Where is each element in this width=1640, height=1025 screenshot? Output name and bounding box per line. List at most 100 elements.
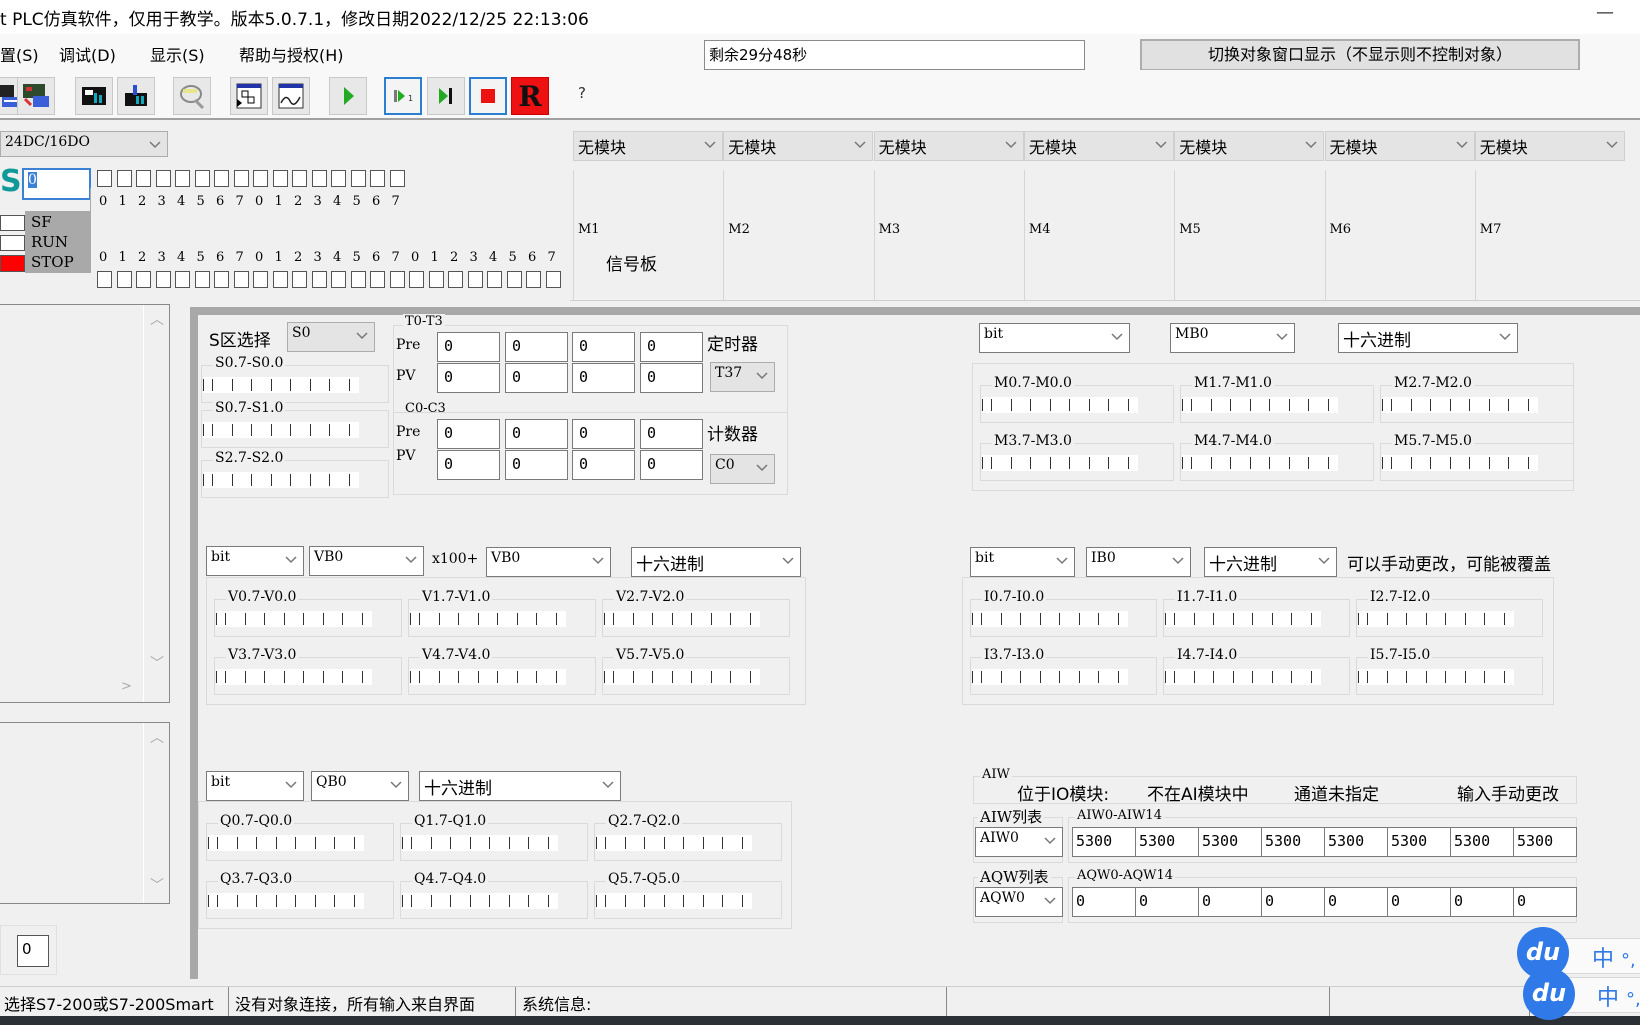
- bit-toggle[interactable]: [1479, 397, 1499, 413]
- bit-toggle[interactable]: [305, 835, 325, 851]
- minimize-button[interactable]: —: [1590, 2, 1620, 30]
- bit-toggle[interactable]: [654, 835, 674, 851]
- input-led[interactable]: [448, 271, 463, 288]
- cpu-address-input[interactable]: 0: [22, 168, 91, 200]
- bit-toggle[interactable]: [1475, 611, 1495, 627]
- bit-toggle[interactable]: [635, 893, 655, 909]
- bit-toggle[interactable]: [344, 893, 364, 909]
- bit-toggle[interactable]: [1279, 455, 1299, 471]
- bit-toggle[interactable]: [1060, 397, 1080, 413]
- bit-toggle[interactable]: [982, 397, 1002, 413]
- input-led[interactable]: [292, 271, 307, 288]
- bit-toggle[interactable]: [286, 835, 306, 851]
- counter-value-input[interactable]: 0: [572, 450, 635, 480]
- output-led[interactable]: [389, 170, 405, 187]
- scroll-down-icon[interactable]: ﹀: [150, 875, 164, 895]
- bit-toggle[interactable]: [1260, 455, 1280, 471]
- bit-toggle[interactable]: [235, 669, 255, 685]
- toolbar-btn-monitor[interactable]: [173, 77, 211, 115]
- bit-toggle[interactable]: [429, 669, 449, 685]
- bit-toggle[interactable]: [546, 611, 566, 627]
- bit-toggle[interactable]: [615, 835, 635, 851]
- bit-toggle[interactable]: [1479, 455, 1499, 471]
- aiw-select[interactable]: AIW0: [975, 827, 1063, 857]
- bit-toggle[interactable]: [242, 377, 262, 393]
- timer-preset-input[interactable]: 0: [437, 332, 500, 362]
- bit-toggle[interactable]: [740, 611, 760, 627]
- output-led[interactable]: [214, 170, 229, 187]
- input-led[interactable]: [350, 271, 366, 288]
- bit-toggle[interactable]: [208, 893, 228, 909]
- bit-toggle[interactable]: [480, 835, 500, 851]
- output-led[interactable]: [175, 170, 190, 187]
- bit-toggle[interactable]: [1240, 397, 1260, 413]
- bit-toggle[interactable]: [1050, 611, 1070, 627]
- module-select-7[interactable]: 无模块: [1474, 131, 1625, 161]
- bit-toggle[interactable]: [991, 611, 1011, 627]
- bit-toggle[interactable]: [713, 835, 733, 851]
- scroll-up-icon[interactable]: ︿: [150, 309, 164, 329]
- aiw-value-input[interactable]: 5300: [1324, 827, 1388, 857]
- bit-toggle[interactable]: [1089, 611, 1109, 627]
- output-led[interactable]: [350, 170, 366, 187]
- aqw-select[interactable]: AQW0: [975, 887, 1063, 917]
- module-select-3[interactable]: 无模块: [873, 131, 1024, 161]
- aiw-value-input[interactable]: 5300: [1198, 827, 1262, 857]
- bit-toggle[interactable]: [1382, 455, 1402, 471]
- toolbar-btn-download[interactable]: [117, 77, 155, 115]
- input-led[interactable]: [233, 271, 249, 288]
- bit-toggle[interactable]: [1397, 669, 1417, 685]
- output-led[interactable]: [370, 170, 385, 187]
- bit-toggle[interactable]: [643, 669, 663, 685]
- bit-toggle[interactable]: [1358, 611, 1378, 627]
- aqw-value-input[interactable]: 0: [1261, 887, 1325, 917]
- bit-toggle[interactable]: [216, 669, 236, 685]
- menu-display[interactable]: 显示(S): [150, 42, 205, 66]
- bit-toggle[interactable]: [1108, 669, 1128, 685]
- v-offset-select[interactable]: VB0: [486, 547, 611, 577]
- output-led[interactable]: [116, 170, 132, 187]
- bit-toggle[interactable]: [1243, 669, 1263, 685]
- bit-toggle[interactable]: [538, 893, 558, 909]
- bit-toggle[interactable]: [1436, 669, 1456, 685]
- bit-toggle[interactable]: [266, 893, 286, 909]
- timer-value-input[interactable]: 0: [437, 363, 500, 393]
- bit-toggle[interactable]: [1455, 611, 1475, 627]
- input-led[interactable]: [175, 271, 190, 288]
- bit-toggle[interactable]: [1050, 669, 1070, 685]
- bit-toggle[interactable]: [281, 422, 301, 438]
- bit-toggle[interactable]: [1416, 611, 1436, 627]
- bit-toggle[interactable]: [468, 669, 488, 685]
- input-led[interactable]: [487, 271, 502, 288]
- bit-toggle[interactable]: [468, 611, 488, 627]
- bit-toggle[interactable]: [1377, 669, 1397, 685]
- bit-toggle[interactable]: [674, 835, 694, 851]
- bit-toggle[interactable]: [1301, 611, 1321, 627]
- bit-toggle[interactable]: [1397, 611, 1417, 627]
- bit-toggle[interactable]: [1001, 397, 1021, 413]
- bit-toggle[interactable]: [1440, 397, 1460, 413]
- bit-toggle[interactable]: [313, 611, 333, 627]
- bit-toggle[interactable]: [222, 472, 242, 488]
- aiw-value-input[interactable]: 5300: [1513, 827, 1577, 857]
- bit-toggle[interactable]: [247, 835, 267, 851]
- toolbar-btn-run[interactable]: [329, 77, 367, 115]
- program-list-pane[interactable]: ︿ ﹀ >: [0, 304, 170, 703]
- bit-toggle[interactable]: [1421, 397, 1441, 413]
- timer-value-input[interactable]: 0: [505, 363, 568, 393]
- input-led[interactable]: [428, 271, 444, 288]
- bit-toggle[interactable]: [313, 669, 333, 685]
- help-icon[interactable]: ?: [578, 84, 586, 102]
- bit-toggle[interactable]: [1182, 455, 1202, 471]
- bit-toggle[interactable]: [654, 893, 674, 909]
- aiw-value-input[interactable]: 5300: [1135, 827, 1199, 857]
- scroll-right-icon[interactable]: >: [121, 679, 132, 694]
- bit-toggle[interactable]: [1030, 611, 1050, 627]
- bit-toggle[interactable]: [274, 611, 294, 627]
- bit-toggle[interactable]: [662, 669, 682, 685]
- bit-toggle[interactable]: [222, 422, 242, 438]
- bit-toggle[interactable]: [247, 893, 267, 909]
- bit-toggle[interactable]: [227, 835, 247, 851]
- bit-toggle[interactable]: [449, 669, 469, 685]
- bit-toggle[interactable]: [242, 472, 262, 488]
